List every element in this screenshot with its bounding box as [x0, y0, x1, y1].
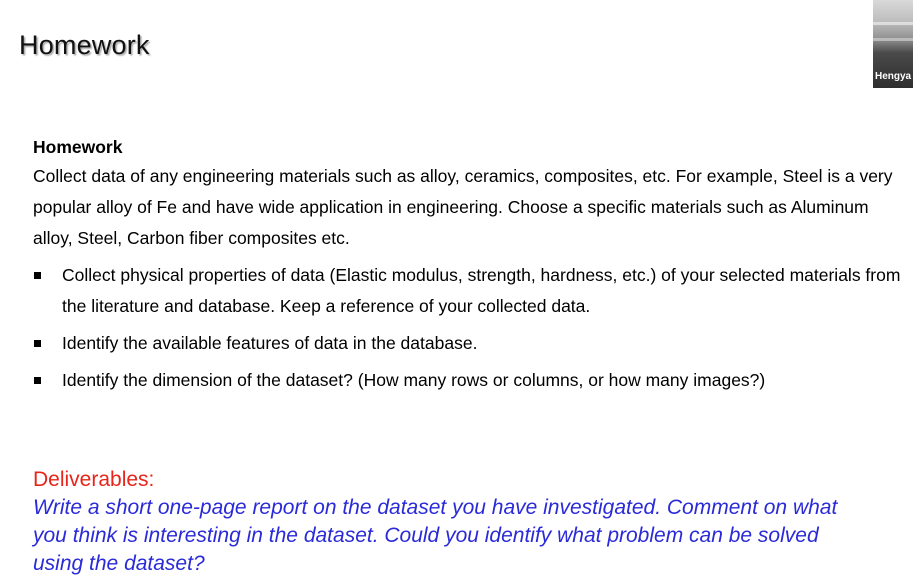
homework-content: Homework Collect data of any engineering… [33, 133, 908, 402]
webcam-video-frame [873, 38, 913, 41]
list-item: Identify the available features of data … [33, 328, 908, 359]
content-subheading: Homework [33, 137, 123, 157]
webcam-thumbnail[interactable]: Hengya [873, 0, 913, 88]
deliverables-body: Write a short one-page report on the dat… [33, 496, 838, 575]
deliverables-section: Deliverables: Write a short one-page rep… [33, 466, 853, 578]
deliverables-label: Deliverables: [33, 468, 155, 491]
task-list: Collect physical properties of data (Ela… [33, 260, 908, 396]
list-item: Collect physical properties of data (Ela… [33, 260, 908, 322]
webcam-name-tag: Hengya [875, 71, 912, 82]
webcam-video-frame [873, 22, 913, 25]
list-item-text: Identify the available features of data … [62, 333, 478, 353]
square-bullet-icon [34, 272, 41, 279]
list-item-text: Collect physical properties of data (Ela… [62, 265, 901, 316]
square-bullet-icon [34, 340, 41, 347]
list-item: Identify the dimension of the dataset? (… [33, 365, 908, 396]
square-bullet-icon [34, 377, 41, 384]
slide-title: Homework [19, 30, 150, 60]
intro-paragraph: Collect data of any engineering material… [33, 166, 893, 248]
list-item-text: Identify the dimension of the dataset? (… [62, 370, 766, 390]
